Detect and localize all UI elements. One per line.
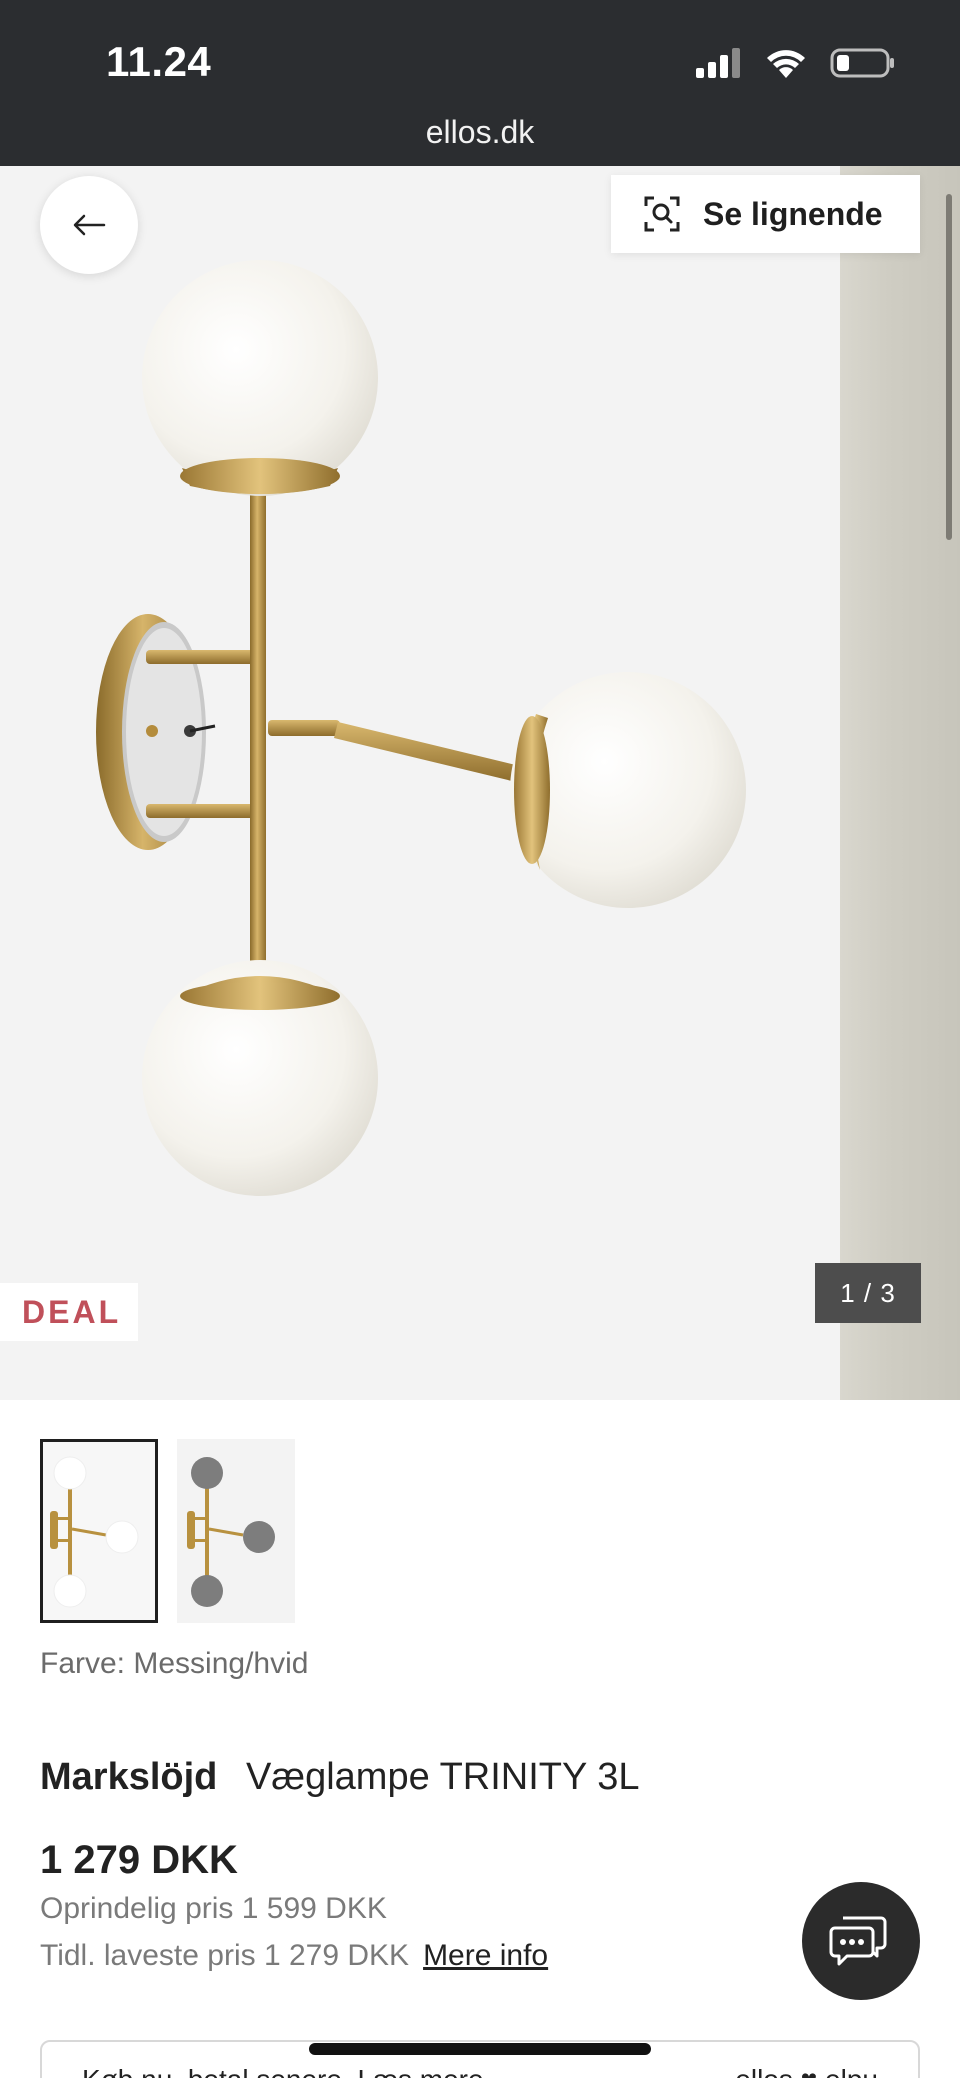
wifi-icon bbox=[767, 50, 805, 78]
original-price: Oprindelig pris 1 599 DKK bbox=[40, 1892, 387, 1925]
product-image-lamp bbox=[96, 260, 746, 1196]
home-indicator bbox=[309, 2043, 651, 2055]
lowest-price-text: Tidl. laveste pris 1 279 DKK bbox=[40, 1939, 410, 1972]
thumbnail-brass-smoke[interactable] bbox=[177, 1439, 295, 1623]
color-label: Farve: Messing/hvid bbox=[40, 1647, 309, 1680]
product-brand[interactable]: Markslöjd bbox=[40, 1756, 217, 1798]
product-price: 1 279 DKK bbox=[40, 1838, 238, 1882]
status-icons bbox=[694, 46, 896, 80]
bnpl-text: Køb nu, betal senere. Læs mere bbox=[82, 2064, 484, 2078]
scrollbar[interactable] bbox=[946, 194, 952, 540]
browser-top-bar: 11.24 ellos.dk bbox=[0, 0, 960, 166]
lowest-price: Tidl. laveste pris 1 279 DKK Mere info bbox=[40, 1939, 548, 1973]
thumbnail-brass-white[interactable] bbox=[40, 1439, 158, 1623]
product-name: Væglampe TRINITY 3L bbox=[245, 1756, 640, 1798]
thumbnail-image bbox=[177, 1439, 295, 1623]
more-info-link[interactable]: Mere info bbox=[423, 1939, 548, 1972]
see-similar-label: Se lignende bbox=[703, 195, 883, 232]
bnpl-brand: ellos ♥ elpu bbox=[735, 2064, 878, 2078]
chat-button[interactable] bbox=[802, 1882, 920, 2000]
see-similar-button[interactable]: Se lignende bbox=[611, 175, 920, 253]
url-bar[interactable]: ellos.dk bbox=[0, 114, 960, 151]
deal-badge: DEAL bbox=[0, 1283, 138, 1341]
visual-search-icon bbox=[644, 196, 680, 232]
product-title: Markslöjd Væglampe TRINITY 3L bbox=[40, 1756, 640, 1799]
wall-edge bbox=[840, 166, 960, 1400]
image-counter: 1 / 3 bbox=[815, 1263, 921, 1323]
signal-icon bbox=[696, 48, 740, 78]
back-button[interactable] bbox=[40, 176, 138, 274]
chat-icon bbox=[829, 1916, 887, 1966]
arrow-left-icon bbox=[73, 214, 106, 236]
status-time: 11.24 bbox=[106, 38, 212, 85]
battery-icon bbox=[830, 48, 894, 78]
thumbnail-image bbox=[40, 1439, 158, 1623]
product-image-gallery[interactable]: Se lignende DEAL 1 / 3 bbox=[0, 166, 960, 1400]
